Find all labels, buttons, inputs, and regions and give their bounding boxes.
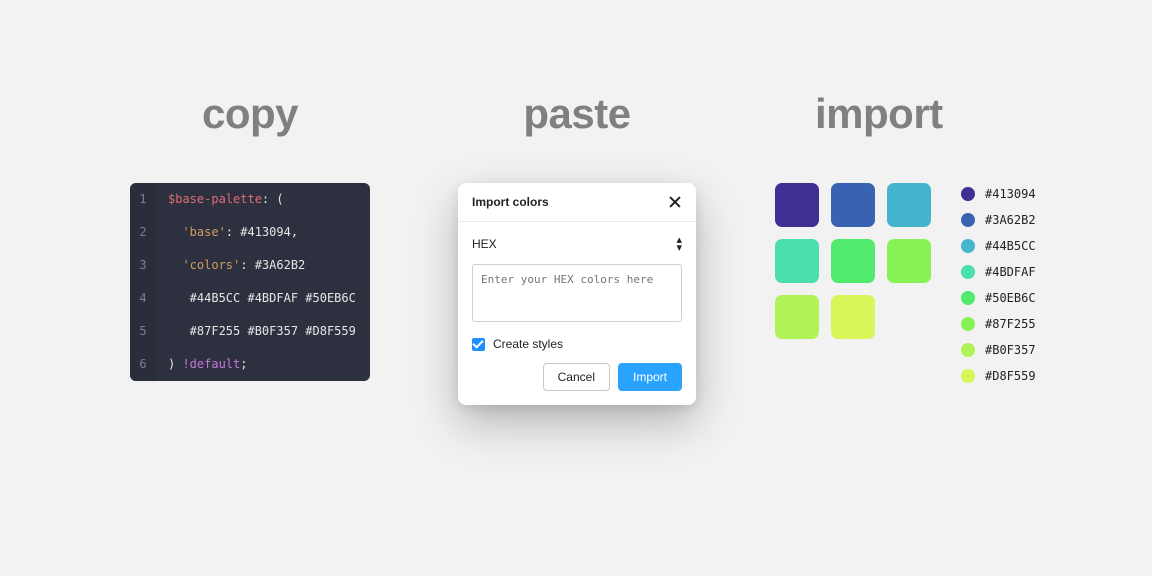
code-lines: $base-palette: ( 'base': #413094, 'color… [156,183,368,381]
code-gutter: 1 2 3 4 5 6 [130,183,156,381]
color-swatch[interactable] [831,295,875,339]
legend-label: #44B5CC [985,239,1036,253]
format-select-value: HEX [472,237,497,251]
dialog-title: Import colors [472,195,549,209]
code-token: $base-palette [168,192,262,206]
code-token: : #413094, [226,225,298,239]
line-number: 6 [130,348,156,381]
line-number: 2 [130,216,156,249]
code-block: 1 2 3 4 5 6 $base-palette: ( 'base': #41… [130,183,370,381]
create-styles-row[interactable]: Create styles [472,337,682,351]
paste-column: paste Import colors HEX ▴▾ Create styles… [458,90,696,405]
legend-dot [961,213,975,227]
legend-item: #D8F559 [961,369,1036,383]
line-number: 3 [130,249,156,282]
legend-item: #50EB6C [961,291,1036,305]
import-button[interactable]: Import [618,363,682,391]
legend-label: #3A62B2 [985,213,1036,227]
color-swatch[interactable] [775,183,819,227]
create-styles-checkbox[interactable] [472,338,485,351]
legend-dot [961,291,975,305]
legend-dot [961,317,975,331]
line-number: 4 [130,282,156,315]
import-content: #413094 #3A62B2 #44B5CC #4BDFAF #50EB6C #87F2… [775,183,1036,383]
import-dialog: Import colors HEX ▴▾ Create styles Cance… [458,183,696,405]
legend-label: #B0F357 [985,343,1036,357]
legend-label: #4BDFAF [985,265,1036,279]
chevrons-updown-icon: ▴▾ [676,236,682,252]
color-swatch[interactable] [887,183,931,227]
legend-item: #4BDFAF [961,265,1036,279]
color-swatch[interactable] [831,239,875,283]
color-swatch[interactable] [887,239,931,283]
cancel-button[interactable]: Cancel [543,363,610,391]
import-heading: import [815,90,943,138]
line-number: 1 [130,183,156,216]
import-column: import #413094 #3A62B2 #44B5CC #4BDFAF #50EB… [775,90,1075,383]
legend-dot [961,265,975,279]
code-token: : #3A62B2 [240,258,305,272]
dialog-body: HEX ▴▾ Create styles Cancel Import [458,222,696,405]
legend-item: #413094 [961,187,1036,201]
code-token: !default [182,357,240,371]
legend-item: #3A62B2 [961,213,1036,227]
legend-item: #B0F357 [961,343,1036,357]
paste-heading: paste [523,90,630,138]
legend-item: #87F255 [961,317,1036,331]
code-token: 'colors' [168,258,240,272]
copy-heading: copy [202,90,298,138]
color-swatch[interactable] [831,183,875,227]
dialog-header: Import colors [458,183,696,222]
legend-dot [961,343,975,357]
code-token: 'base' [168,225,226,239]
color-swatch[interactable] [775,295,819,339]
legend-dot [961,187,975,201]
line-number: 5 [130,315,156,348]
dialog-actions: Cancel Import [472,363,682,391]
code-token: ; [240,357,247,371]
copy-column: copy 1 2 3 4 5 6 $base-palette: ( 'base'… [120,90,380,381]
legend-item: #44B5CC [961,239,1036,253]
color-swatch[interactable] [775,239,819,283]
hex-input[interactable] [472,264,682,322]
code-token: #44B5CC #4BDFAF #50EB6C [168,291,356,305]
color-legend: #413094 #3A62B2 #44B5CC #4BDFAF #50EB6C #87F2… [961,183,1036,383]
legend-label: #413094 [985,187,1036,201]
legend-label: #50EB6C [985,291,1036,305]
code-token: ) [168,357,182,371]
create-styles-label: Create styles [493,337,563,351]
format-select[interactable]: HEX ▴▾ [472,236,682,252]
legend-label: #D8F559 [985,369,1036,383]
legend-dot [961,369,975,383]
legend-label: #87F255 [985,317,1036,331]
code-token: : ( [262,192,284,206]
code-token: #87F255 #B0F357 #D8F559 [168,324,356,338]
swatch-grid [775,183,931,383]
close-icon[interactable] [668,195,682,209]
legend-dot [961,239,975,253]
